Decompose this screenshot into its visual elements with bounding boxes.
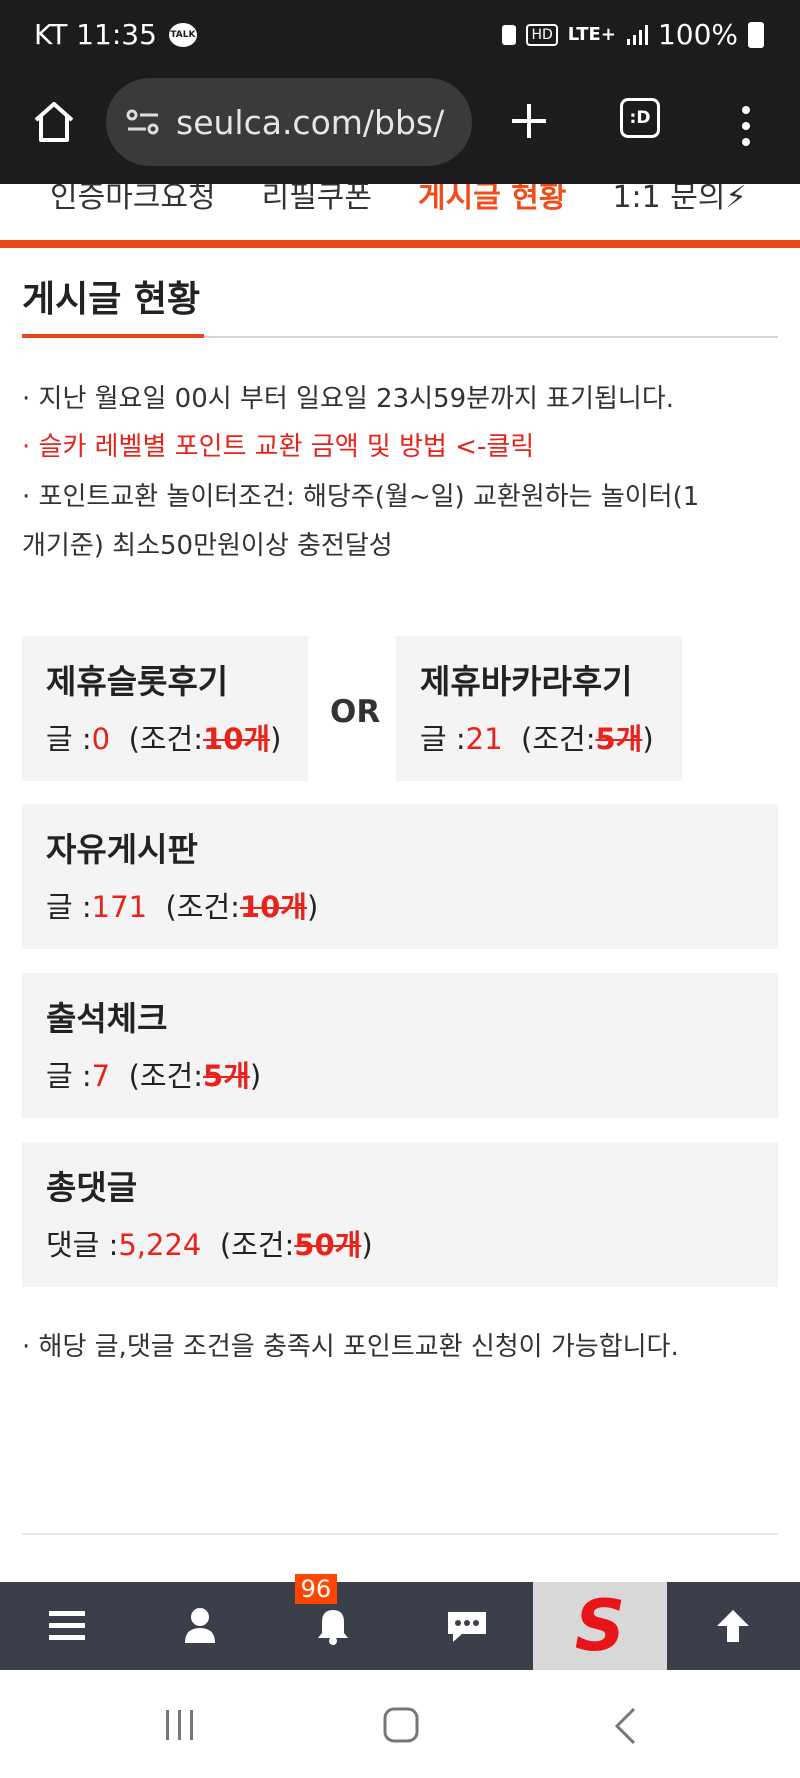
site-logo-icon: S — [574, 1585, 626, 1667]
requirement: 10개 — [239, 890, 307, 924]
tab-inquiry-label: 1:1 문의 — [612, 184, 726, 215]
chat-bubble-icon — [447, 1612, 486, 1642]
bell-icon — [318, 1610, 349, 1645]
board-box-baccarat: 제휴바카라후기 글 :21 (조건:5개) — [396, 636, 682, 781]
site-settings-icon[interactable] — [126, 107, 160, 137]
browser-toolbar: seulca.com/bbs/ :D — [0, 74, 800, 184]
condition-open: (조건: — [219, 1228, 295, 1262]
back-icon[interactable] — [612, 1706, 638, 1746]
new-tab-icon[interactable] — [504, 96, 554, 146]
board-box-comments: 총댓글 댓글 :5,224 (조건:50개) — [22, 1142, 778, 1287]
board-title: 총댓글 — [46, 1168, 138, 1207]
condition-close: ) — [249, 1059, 262, 1093]
network-type: LTE+ — [567, 24, 616, 45]
tab-cert-mark[interactable]: 인증마크요청 — [50, 184, 216, 216]
scroll-top-button[interactable] — [667, 1582, 800, 1670]
board-stats: 글 :7 (조건:5개) — [46, 1053, 778, 1095]
hamburger-icon — [48, 1611, 85, 1640]
board-title: 제휴슬롯후기 — [46, 662, 229, 701]
notice-condition-line1: · 포인트교환 놀이터조건: 해당주(월~일) 교환원하는 놀이터(1 — [22, 482, 700, 512]
board-title: 출석체크 — [46, 999, 168, 1038]
post-prefix: 글 : — [46, 1059, 92, 1093]
kakaotalk-icon: TALK — [168, 22, 197, 47]
arrow-up-icon — [717, 1610, 750, 1642]
home-icon[interactable] — [30, 98, 78, 146]
hd-voice-icon: HD — [526, 23, 558, 46]
requirement: 5개 — [203, 1059, 250, 1093]
post-count: 0 — [91, 722, 111, 756]
board-stats: 글 :21 (조건:5개) — [420, 716, 682, 758]
board-stats: 글 :171 (조건:10개) — [46, 884, 778, 926]
chat-button[interactable] — [400, 1582, 533, 1670]
notice-period: · 지난 월요일 00시 부터 일요일 23시59분까지 표기됩니다. — [22, 384, 675, 414]
condition-close: ) — [361, 1228, 373, 1262]
post-prefix: 글 : — [46, 890, 92, 924]
battery-percent: 100% — [657, 18, 738, 51]
post-count: 7 — [91, 1059, 111, 1093]
requirement: 50개 — [294, 1228, 362, 1262]
board-stats: 댓글 :5,224 (조건:50개) — [46, 1222, 778, 1264]
requirement: 10개 — [203, 722, 271, 756]
board-title: 자유게시판 — [46, 830, 198, 869]
condition-open: (조건: — [128, 1059, 204, 1093]
post-count: 171 — [91, 890, 148, 924]
condition-open: (조건: — [128, 722, 204, 756]
condition-open: (조건: — [521, 722, 596, 756]
board-box-attendance: 출석체크 글 :7 (조건:5개) — [22, 973, 778, 1118]
post-prefix: 댓글 : — [46, 1228, 119, 1262]
notice-condition-line2: 개기준) 최소50만원이상 충전달성 — [22, 531, 393, 561]
title-accent-line — [22, 334, 204, 338]
condition-close: ) — [642, 722, 654, 756]
board-box-free: 자유게시판 글 :171 (조건:10개) — [22, 804, 778, 949]
signal-icon — [626, 24, 648, 45]
android-nav-bar — [0, 1670, 800, 1778]
lightning-icon: ⚡ — [725, 184, 747, 215]
profile-button[interactable] — [133, 1582, 266, 1670]
tab-post-status[interactable]: 게시글 현황 — [418, 184, 566, 216]
post-prefix: 글 : — [420, 722, 466, 756]
board-stats: 글 :0 (조건:10개) — [46, 716, 308, 758]
tab-inquiry[interactable]: 1:1 문의⚡ — [612, 184, 746, 216]
url-text[interactable]: seulca.com/bbs/ — [176, 103, 444, 142]
board-box-slot: 제휴슬롯후기 글 :0 (조건:10개) — [22, 636, 308, 781]
post-count: 21 — [465, 722, 503, 756]
page-tab-nav: 인증마크요청 리필쿠폰 게시글 현황 1:1 문의⚡ — [0, 184, 800, 240]
notifications-button[interactable]: 96 — [267, 1574, 400, 1670]
battery-icon — [748, 21, 764, 48]
sim-icon — [502, 24, 517, 45]
status-bar: KT 11:35 TALK HD LTE+ 100% — [0, 0, 800, 74]
condition-open: (조건: — [165, 890, 240, 924]
condition-close: ) — [270, 722, 282, 756]
footer-divider — [22, 1533, 778, 1535]
board-title: 제휴바카라후기 — [420, 662, 633, 701]
notice-point-link[interactable]: · 슬카 레벨별 포인트 교환 금액 및 방법 <-클릭 — [22, 423, 782, 472]
site-logo-button[interactable]: S — [533, 1582, 667, 1670]
notice-condition: · 포인트교환 놀이터조건: 해당주(월~일) 교환원하는 놀이터(1 개기준)… — [22, 473, 782, 571]
tab-refill-coupon[interactable]: 리필쿠폰 — [262, 184, 372, 216]
nav-underline — [0, 240, 800, 248]
bottom-toolbar: 96 S — [0, 1574, 800, 1670]
condition-close: ) — [306, 890, 319, 924]
tab-switcher-button[interactable]: :D — [620, 98, 660, 138]
more-menu-icon[interactable] — [736, 102, 756, 150]
home-nav-icon[interactable] — [382, 1706, 420, 1744]
or-label: OR — [330, 694, 381, 730]
carrier-time: KT 11:35 — [34, 18, 157, 51]
notice-footer: · 해당 글,댓글 조건을 충족시 포인트교환 신청이 가능합니다. — [22, 1332, 679, 1362]
post-count: 5,224 — [118, 1228, 202, 1262]
menu-button[interactable] — [0, 1582, 133, 1670]
notification-badge: 96 — [294, 1574, 338, 1604]
requirement: 5개 — [595, 722, 643, 756]
recent-apps-icon[interactable] — [162, 1708, 198, 1742]
post-prefix: 글 : — [46, 722, 92, 756]
user-icon — [184, 1608, 215, 1643]
url-bar[interactable]: seulca.com/bbs/ — [106, 78, 472, 166]
page-title: 게시글 현황 — [22, 279, 201, 320]
